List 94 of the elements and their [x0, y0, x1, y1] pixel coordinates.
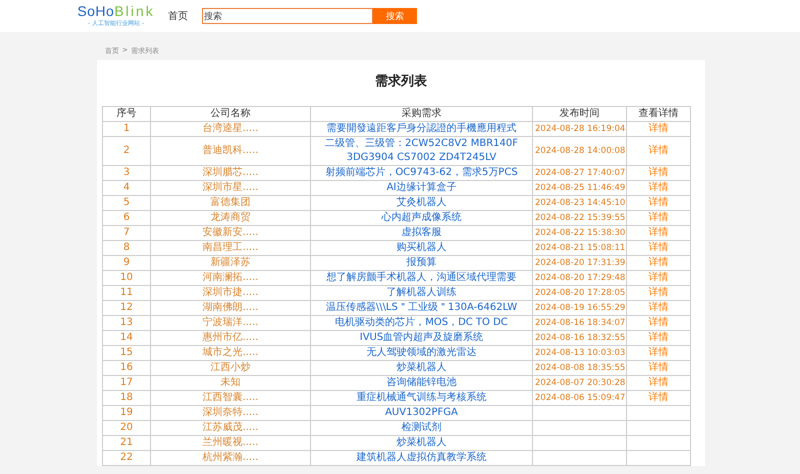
index-cell: 14	[102, 330, 150, 346]
column-header: 序号	[102, 106, 150, 122]
nav-link[interactable]: 首页	[168, 9, 188, 23]
site-logo[interactable]: SoHoBlink	[77, 4, 155, 19]
date-cell: 2024-08-28 14:00:08	[532, 136, 626, 166]
company-cell: 深圳奈特.....	[150, 406, 310, 420]
date-cell: 2024-08-28 16:19:04	[532, 122, 626, 136]
company-cell: 江苏威茂.....	[150, 420, 310, 436]
demand-link[interactable]: 报预算	[310, 256, 532, 270]
demand-link[interactable]: 建筑机器人虚拟仿真教学系统	[310, 450, 532, 466]
index-cell: 10	[102, 270, 150, 286]
index-cell: 17	[102, 376, 150, 390]
date-cell: 2024-08-20 17:28:05	[532, 286, 626, 300]
index-cell: 5	[102, 196, 150, 210]
company-cell: 深圳市捷.....	[150, 286, 310, 300]
column-header: 公司名称	[150, 106, 310, 122]
date-cell: 2024-08-13 10:03:03	[532, 346, 626, 360]
date-cell: 2024-08-22 15:38:30	[532, 226, 626, 240]
date-cell: 2024-08-08 18:35:55	[532, 360, 626, 376]
index-cell: 21	[102, 436, 150, 450]
date-cell: 2024-08-07 20:30:28	[532, 376, 626, 390]
index-cell: 15	[102, 346, 150, 360]
company-cell: 深圳腊芯.....	[150, 166, 310, 180]
date-cell: 2024-08-23 14:45:10	[532, 196, 626, 210]
demand-link[interactable]: 咨询储能锌电池	[310, 376, 532, 390]
company-cell: 惠州市亿.....	[150, 330, 310, 346]
company-cell: 普迪凯科.....	[150, 136, 310, 166]
company-cell: 宁波瑞洋.....	[150, 316, 310, 330]
index-cell: 18	[102, 390, 150, 406]
demand-link[interactable]: 想了解房颤手术机器人，沟通区域代理需要	[310, 270, 532, 286]
date-cell: 2024-08-20 17:29:48	[532, 270, 626, 286]
date-cell: 2024-08-22 15:39:55	[532, 210, 626, 226]
index-cell: 7	[102, 226, 150, 240]
company-cell: 河南澜拓.....	[150, 270, 310, 286]
demand-link[interactable]: AI边缘计算盒子	[310, 180, 532, 196]
index-cell: 22	[102, 450, 150, 466]
date-cell: 2024-08-06 15:09:47	[532, 390, 626, 406]
index-cell: 16	[102, 360, 150, 376]
demand-link[interactable]: 炒菜机器人	[310, 360, 532, 376]
index-cell: 6	[102, 210, 150, 226]
demand-link[interactable]: 电机驱动类的芯片，MOS，DC TO DC	[310, 316, 532, 330]
demand-link[interactable]: AUV1302PFGA	[310, 406, 532, 420]
date-cell: 2024-08-19 16:55:29	[532, 300, 626, 316]
demand-link[interactable]: 心内超声成像系统	[310, 210, 532, 226]
index-cell: 19	[102, 406, 150, 420]
company-cell: 龙涛商贸	[150, 210, 310, 226]
company-cell: 江西小炒	[150, 360, 310, 376]
index-cell: 1	[102, 122, 150, 136]
demand-link[interactable]: 购买机器人	[310, 240, 532, 256]
index-cell: 8	[102, 240, 150, 256]
index-cell: 12	[102, 300, 150, 316]
date-cell: 2024-08-16 18:32:55	[532, 330, 626, 346]
demand-link[interactable]: 检测试剂	[310, 420, 532, 436]
demand-link[interactable]: 虚拟客服	[310, 226, 532, 240]
index-cell: 3	[102, 166, 150, 180]
company-cell: 湖南佛朗.....	[150, 300, 310, 316]
company-cell: 未知	[150, 376, 310, 390]
company-cell: 江西智囊.....	[150, 390, 310, 406]
company-cell: 兰州暖视.....	[150, 436, 310, 450]
date-cell: 2024-08-16 18:34:07	[532, 316, 626, 330]
demand-link[interactable]: 重症机械通气训练与考核系统	[310, 390, 532, 406]
index-cell: 20	[102, 420, 150, 436]
date-cell: 2024-08-25 11:46:49	[532, 180, 626, 196]
demand-link[interactable]: IVUS血管内超声及旋磨系统	[310, 330, 532, 346]
index-cell: 4	[102, 180, 150, 196]
company-cell: 新疆泽苏	[150, 256, 310, 270]
company-cell: 杭州紫瀚.....	[150, 450, 310, 466]
company-cell: 富德集团	[150, 196, 310, 210]
company-cell: 南昌理工.....	[150, 240, 310, 256]
demand-link[interactable]: 炒菜机器人	[310, 436, 532, 450]
index-cell: 9	[102, 256, 150, 270]
search-button[interactable]: 搜索	[373, 8, 417, 24]
date-cell: 2024-08-20 17:31:39	[532, 256, 626, 270]
demand-link[interactable]: 二级管、三级管：2CW52C8V2 MBR140F 3DG3904 CS7002 ZD4T245LV	[310, 136, 532, 166]
demand-link[interactable]: 艾灸机器人	[310, 196, 532, 210]
index-cell: 11	[102, 286, 150, 300]
demand-link[interactable]: 需要開發遠距客戶身分認證的手機應用程式	[310, 122, 532, 136]
demand-link[interactable]: 射频前端芯片，OC9743-62，需求5万PCS	[310, 166, 532, 180]
date-cell: 2024-08-21 15:08:11	[532, 240, 626, 256]
column-header: 查看详情	[626, 106, 690, 122]
column-header: 采购需求	[310, 106, 532, 122]
date-cell: 2024-08-27 17:40:07	[532, 166, 626, 180]
demand-link[interactable]: 无人驾驶领域的激光雷达	[310, 346, 532, 360]
demand-link[interactable]: 了解机器人训练	[310, 286, 532, 300]
company-cell: 城市之光.....	[150, 346, 310, 360]
column-header: 发布时间	[532, 106, 626, 122]
index-cell: 2	[102, 136, 150, 166]
index-cell: 13	[102, 316, 150, 330]
company-cell: 深圳市星.....	[150, 180, 310, 196]
company-cell: 台湾逵星.....	[150, 122, 310, 136]
page-title: 需求列表	[374, 73, 428, 91]
demand-link[interactable]: 温压传感器\\\LS＂工业级＂130A-6462LW	[310, 300, 532, 316]
company-cell: 安徽新安.....	[150, 226, 310, 240]
search-field[interactable]: 搜索	[202, 8, 373, 24]
